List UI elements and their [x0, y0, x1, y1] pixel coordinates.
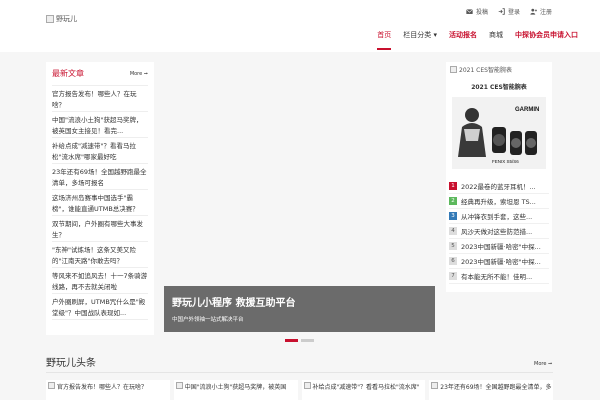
headline-thumb[interactable]: 官方报告发布！哪些人？在玩啥？ [46, 380, 170, 400]
ranking-item[interactable]: 1 2022最卷的蓝牙耳机！... [449, 179, 549, 194]
nav-categories[interactable]: 栏目分类 ▾ [403, 30, 437, 50]
ad-illustration: GARMIN FENIX S5/S6 [452, 97, 546, 169]
ranking-item[interactable]: 7 有本能无所不能！佳明... [449, 269, 549, 284]
list-item[interactable]: 官方报告发布！哪些人？在玩啥？ [52, 86, 148, 112]
top-links: 投稿 登录 注册 [466, 7, 552, 16]
ranking-item[interactable]: 6 2023中国新疆·哈密"中探... [449, 254, 549, 269]
register-link[interactable]: 注册 [530, 7, 552, 16]
login-label: 登录 [507, 9, 520, 16]
section-divider [46, 372, 553, 373]
carousel-dot-2[interactable] [301, 339, 314, 342]
user-plus-icon [530, 8, 537, 15]
ad-brand: GARMIN [515, 107, 539, 113]
broken-image-icon [431, 382, 439, 389]
nav-member-application[interactable]: 中探协会员申请入口 [515, 30, 578, 50]
ranking-text: 经典再升级，索坦恩 TS... [461, 198, 536, 206]
ranking-item[interactable]: 3 从冲锋衣到手套，这些... [449, 209, 549, 224]
latest-more-link[interactable]: More ➞ [130, 71, 148, 77]
headline-thumb[interactable]: 中国"流浪小土狗"获超马奖牌，被英国 [173, 380, 298, 400]
latest-articles-header: 最新文章 More ➞ [52, 68, 148, 86]
nav-shop[interactable]: 商城 [489, 30, 503, 50]
headlines-title: 野玩儿头条 [46, 358, 96, 369]
list-item[interactable]: 中国"流浪小土狗"获超马奖牌，被英国女主接见！看完... [52, 112, 148, 138]
latest-articles-panel: 最新文章 More ➞ 官方报告发布！哪些人？在玩啥？ 中国"流浪小土狗"获超马… [46, 62, 154, 335]
ad-title: 2021 CES智能腕表 [471, 84, 527, 91]
carousel-title: 野玩儿小程序 救援互助平台 [172, 298, 296, 309]
ranking-text: 风沙天做对这些防范措... [461, 228, 533, 236]
broken-image-icon [450, 66, 457, 73]
ranking-number: 4 [449, 227, 457, 235]
list-item[interactable]: 23年还有69场！全国越野跑最全清单，多场可报名 [52, 164, 148, 190]
headline-thumb-alt: 官方报告发布！哪些人？在玩啥？ [57, 384, 148, 391]
broken-image-icon [175, 382, 183, 389]
headline-thumb[interactable]: 23年还有69场！全国越野跑最全清单，多 [429, 380, 553, 400]
broken-image-icon [48, 382, 55, 389]
list-item[interactable]: 户外圈刷屏，UTMB咒什么是"殿堂级"？中国战队表现如... [52, 294, 148, 320]
latest-articles-title: 最新文章 [52, 69, 84, 78]
list-item[interactable]: 双节期间，户外圈有哪些大事发生？ [52, 216, 148, 242]
sign-in-icon [498, 8, 505, 15]
ranking-item[interactable]: 4 风沙天做对这些防范措... [449, 224, 549, 239]
site-logo[interactable]: 野玩儿 [46, 14, 77, 24]
ranking-text: 有本能无所不能！佳明... [461, 273, 533, 281]
broken-image-icon [303, 382, 311, 389]
headline-thumb[interactable]: 补给点成"减速带"？看看马拉松"流水席" [301, 380, 426, 400]
list-item[interactable]: "东神"试炼场！这条又美又险的"江南天路"你敢去吗？ [52, 242, 148, 268]
page-root: 野玩儿 投稿 登录 注册 首页 栏目分类 ▾ 活动报名 商城 中探协会员申请入口 [0, 0, 600, 400]
broken-image-icon [46, 15, 54, 23]
main-nav: 首页 栏目分类 ▾ 活动报名 商城 中探协会员申请入口 [377, 30, 578, 50]
ad-model: FENIX S5/S6 [492, 159, 519, 164]
ranking-number: 1 [449, 182, 457, 190]
ad-image-placeholder[interactable]: 2021 CES智能腕表 [446, 62, 552, 77]
ad-alt-text: 2021 CES智能腕表 [459, 67, 512, 74]
ranking-number: 6 [449, 257, 457, 265]
ranking-item[interactable]: 5 2023中国新疆·哈密"中探... [449, 239, 549, 254]
carousel-subtitle: 中国户外领袖一站式解决平台 [172, 317, 244, 323]
site-header: 野玩儿 投稿 登录 注册 首页 栏目分类 ▾ 活动报名 商城 中探协会员申请入口 [0, 0, 600, 52]
ranking-text: 2023中国新疆·哈密"中探... [461, 258, 541, 266]
register-label: 注册 [539, 9, 552, 16]
nav-home[interactable]: 首页 [377, 30, 392, 50]
headlines-more-link[interactable]: More ➞ [534, 361, 552, 367]
submit-label: 投稿 [475, 9, 488, 16]
ranking-text: 2023中国新疆·哈密"中探... [461, 243, 541, 251]
envelope-icon [466, 9, 473, 14]
submit-link[interactable]: 投稿 [466, 7, 488, 16]
sidebar-panel: 2021 CES智能腕表 2021 CES智能腕表 GARMIN FENIX S… [446, 62, 552, 292]
logo-alt-text: 野玩儿 [56, 15, 77, 23]
headline-thumbnails: 官方报告发布！哪些人？在玩啥？ 中国"流浪小土狗"获超马奖牌，被英国 补给点成"… [46, 380, 553, 400]
headline-thumb-alt: 中国"流浪小土狗"获超马奖牌，被英国 [184, 384, 287, 391]
nav-event-signup[interactable]: 活动报名 [449, 30, 477, 50]
ranking-number: 7 [449, 272, 457, 280]
carousel-caption[interactable]: 野玩儿小程序 救援互助平台 中国户外领袖一站式解决平台 [164, 286, 435, 332]
carousel-indicators [285, 339, 314, 342]
headline-thumb-alt: 补给点成"减速带"？看看马拉松"流水席" [312, 384, 420, 391]
headline-thumb-alt: 23年还有69场！全国越野跑最全清单，多 [440, 384, 552, 391]
carousel-dot-1[interactable] [285, 339, 298, 342]
ranking-number: 2 [449, 197, 457, 205]
ranking-number: 5 [449, 242, 457, 250]
list-item[interactable]: 等风来不如追风去！十一7条骑游线路，再不去就关闭啦 [52, 268, 148, 294]
login-link[interactable]: 登录 [498, 7, 520, 16]
ranking-text: 2022最卷的蓝牙耳机！... [461, 183, 536, 191]
ranking-number: 3 [449, 212, 457, 220]
ad-banner-image[interactable]: GARMIN FENIX S5/S6 [452, 97, 546, 169]
list-item[interactable]: 这场济州岛赛事中国选手"霸榜"，谁能直通UTMB总决赛？ [52, 190, 148, 216]
ranking-text: 从冲锋衣到手套，这些... [461, 213, 533, 221]
ranking-item[interactable]: 2 经典再升级，索坦恩 TS... [449, 194, 549, 209]
list-item[interactable]: 补给点成"减速带"？看看马拉松"流水席"哪家最好吃 [52, 138, 148, 164]
